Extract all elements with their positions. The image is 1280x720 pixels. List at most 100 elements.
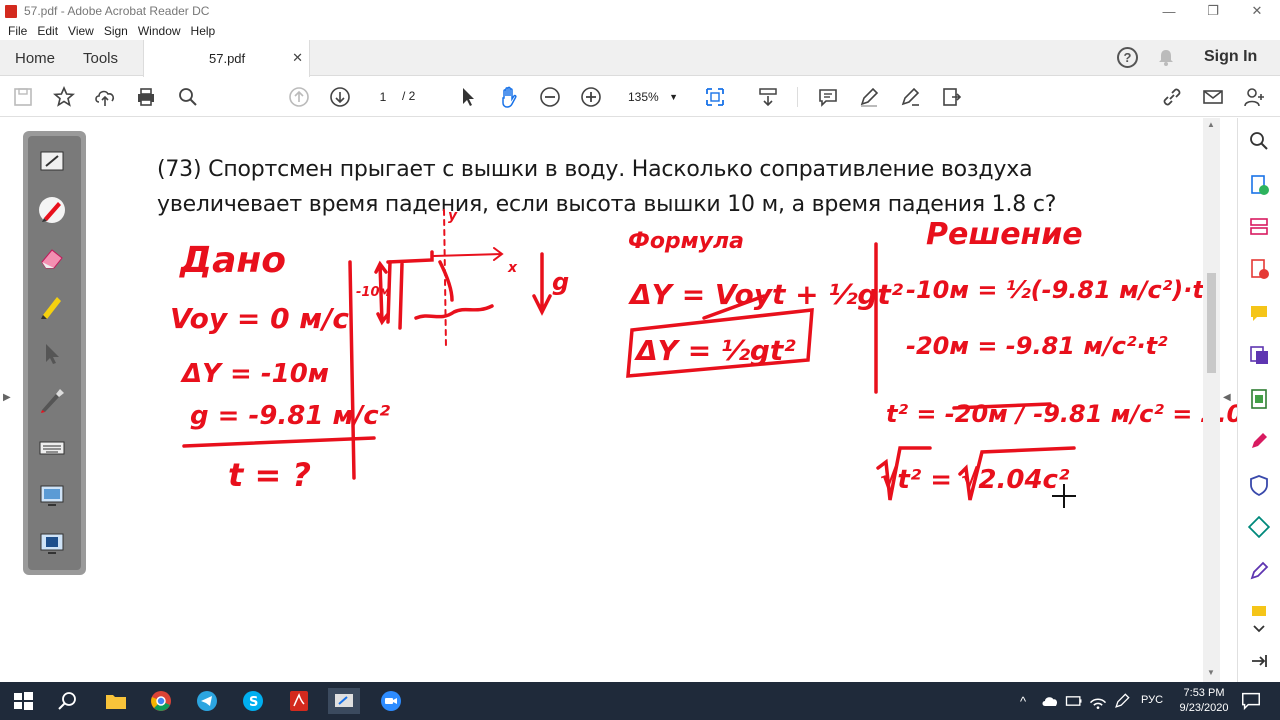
tab-document-label: 57.pdf xyxy=(209,51,246,66)
right-panel-collapse-icon[interactable]: ◀ xyxy=(1223,392,1231,403)
window-title: 57.pdf - Adobe Acrobat Reader DC xyxy=(24,4,210,18)
whiteboard-icon[interactable] xyxy=(37,529,67,559)
create-pdf-icon[interactable] xyxy=(1248,258,1270,280)
zoom-out-icon[interactable] xyxy=(538,85,562,109)
comment-tool-icon[interactable] xyxy=(1248,302,1270,324)
tray-language[interactable]: РУС xyxy=(1141,694,1163,706)
edit-share-icon[interactable] xyxy=(939,85,963,109)
select-cursor-icon[interactable] xyxy=(456,85,480,109)
svg-text:S: S xyxy=(249,695,258,710)
save-icon[interactable] xyxy=(11,85,35,109)
menu-help[interactable]: Help xyxy=(191,24,216,38)
menu-sign[interactable]: Sign xyxy=(104,24,128,38)
windows-taskbar: S ^ РУС 7:53 PM 9/23/2020 xyxy=(0,682,1280,720)
bookmark-star-icon[interactable] xyxy=(52,85,76,109)
annotation-tool-palette xyxy=(23,131,86,575)
search-tools-icon[interactable] xyxy=(1248,130,1270,152)
action-center-icon[interactable] xyxy=(1240,690,1262,712)
acrobat-app-icon xyxy=(5,4,17,18)
print-icon[interactable] xyxy=(134,85,158,109)
menu-file[interactable]: File xyxy=(8,24,27,38)
zoom-level-value: 135% xyxy=(628,90,659,104)
sign-pen-icon[interactable] xyxy=(1248,560,1270,582)
tray-chevron-icon[interactable]: ^ xyxy=(1020,694,1026,709)
fill-sign-icon[interactable] xyxy=(898,85,922,109)
keyboard-icon[interactable] xyxy=(37,433,67,463)
telegram-icon[interactable] xyxy=(194,688,220,714)
page-total: / 2 xyxy=(402,89,416,103)
tray-wifi-icon[interactable] xyxy=(1088,691,1108,711)
hand-tool-icon[interactable] xyxy=(497,85,521,109)
combine-files-icon[interactable] xyxy=(1248,344,1270,366)
link-icon[interactable] xyxy=(1160,85,1184,109)
email-icon[interactable] xyxy=(1201,85,1225,109)
zoom-level-select[interactable]: 135% ▼ xyxy=(620,86,684,108)
search-icon[interactable] xyxy=(55,688,81,714)
comment-icon[interactable] xyxy=(816,85,840,109)
main-toolbar: 1 / 2 135% ▼ xyxy=(0,77,1280,117)
title-bar: 57.pdf - Adobe Acrobat Reader DC xyxy=(0,0,1280,22)
close-window-button[interactable]: ✕ xyxy=(1234,0,1280,22)
chrome-icon[interactable] xyxy=(148,688,174,714)
chevron-down-icon: ▼ xyxy=(669,92,678,102)
problem-text-line-2: увеличевает время падения, если высота в… xyxy=(157,192,1057,217)
menu-view[interactable]: View xyxy=(68,24,94,38)
add-user-icon[interactable] xyxy=(1242,85,1266,109)
tray-battery-icon[interactable] xyxy=(1064,691,1084,711)
restore-button[interactable]: ❐ xyxy=(1190,0,1236,22)
menu-bar: File Edit View Sign Window Help xyxy=(0,22,1280,40)
close-tab-icon[interactable]: ✕ xyxy=(292,50,303,66)
find-search-icon[interactable] xyxy=(176,85,200,109)
fit-page-icon[interactable] xyxy=(703,85,727,109)
tab-tools[interactable]: Tools xyxy=(83,50,118,67)
menu-window[interactable]: Window xyxy=(138,24,181,38)
next-page-icon[interactable] xyxy=(328,85,352,109)
minimize-button[interactable]: — xyxy=(1146,0,1192,22)
tab-home[interactable]: Home xyxy=(15,50,55,67)
panel-scroll-down-icon[interactable] xyxy=(1248,618,1270,640)
tab-document[interactable]: 57.pdf ✕ xyxy=(143,40,310,77)
acrobat-taskbar-icon[interactable] xyxy=(286,688,312,714)
pointer-cursor-icon[interactable] xyxy=(37,339,67,369)
brush-icon[interactable] xyxy=(37,385,67,415)
collapse-panel-icon[interactable] xyxy=(1248,650,1270,672)
highlight-pen-icon[interactable] xyxy=(857,85,881,109)
eraser-icon[interactable] xyxy=(37,243,67,273)
windows-start-icon[interactable] xyxy=(10,688,36,714)
vertical-scrollbar[interactable]: ▲ ▼ xyxy=(1203,118,1220,682)
red-pen-icon[interactable] xyxy=(37,195,67,225)
scroll-down-arrow[interactable]: ▼ xyxy=(1207,668,1215,677)
fill-and-sign-icon[interactable] xyxy=(1248,430,1270,452)
compress-pdf-icon[interactable] xyxy=(1248,388,1270,410)
export-pdf-icon[interactable] xyxy=(1248,174,1270,196)
zoom-in-icon[interactable] xyxy=(579,85,603,109)
scroll-mode-icon[interactable] xyxy=(756,85,780,109)
scroll-up-arrow[interactable]: ▲ xyxy=(1207,120,1215,129)
skype-icon[interactable]: S xyxy=(240,688,266,714)
problem-text-line-1: (73) Спортсмен прыгает с вышки в воду. Н… xyxy=(157,157,1033,182)
protect-shield-icon[interactable] xyxy=(1248,474,1270,497)
file-explorer-icon[interactable] xyxy=(103,688,129,714)
pen-edit-icon[interactable] xyxy=(37,147,67,177)
tray-cloud-icon[interactable] xyxy=(1040,691,1060,711)
tray-time: 7:53 PM xyxy=(1183,687,1225,699)
sign-in-link[interactable]: Sign In xyxy=(1204,48,1257,66)
tab-bar: Home Tools 57.pdf ✕ xyxy=(0,40,1280,77)
zoom-meeting-icon[interactable] xyxy=(378,688,404,714)
screen-capture-icon[interactable] xyxy=(37,481,67,511)
help-icon[interactable]: ? xyxy=(1117,47,1138,68)
tray-clock[interactable]: 7:53 PM 9/23/2020 xyxy=(1176,686,1232,716)
page-number-input[interactable]: 1 xyxy=(368,87,398,107)
tray-pen-icon[interactable] xyxy=(1112,691,1132,711)
menu-edit[interactable]: Edit xyxy=(37,24,58,38)
notification-bell-icon[interactable] xyxy=(1158,49,1174,66)
left-panel-expand-icon[interactable]: ▶ xyxy=(3,392,11,403)
scrollbar-thumb[interactable] xyxy=(1207,273,1216,373)
whiteboard-taskbar-icon[interactable] xyxy=(328,688,360,714)
highlighter-icon[interactable] xyxy=(37,291,67,321)
upload-cloud-icon[interactable] xyxy=(93,85,117,109)
organize-pages-icon[interactable] xyxy=(1248,216,1270,238)
previous-page-icon[interactable] xyxy=(287,85,311,109)
send-for-review-icon[interactable] xyxy=(1247,515,1271,539)
toolbar-divider xyxy=(797,87,798,107)
